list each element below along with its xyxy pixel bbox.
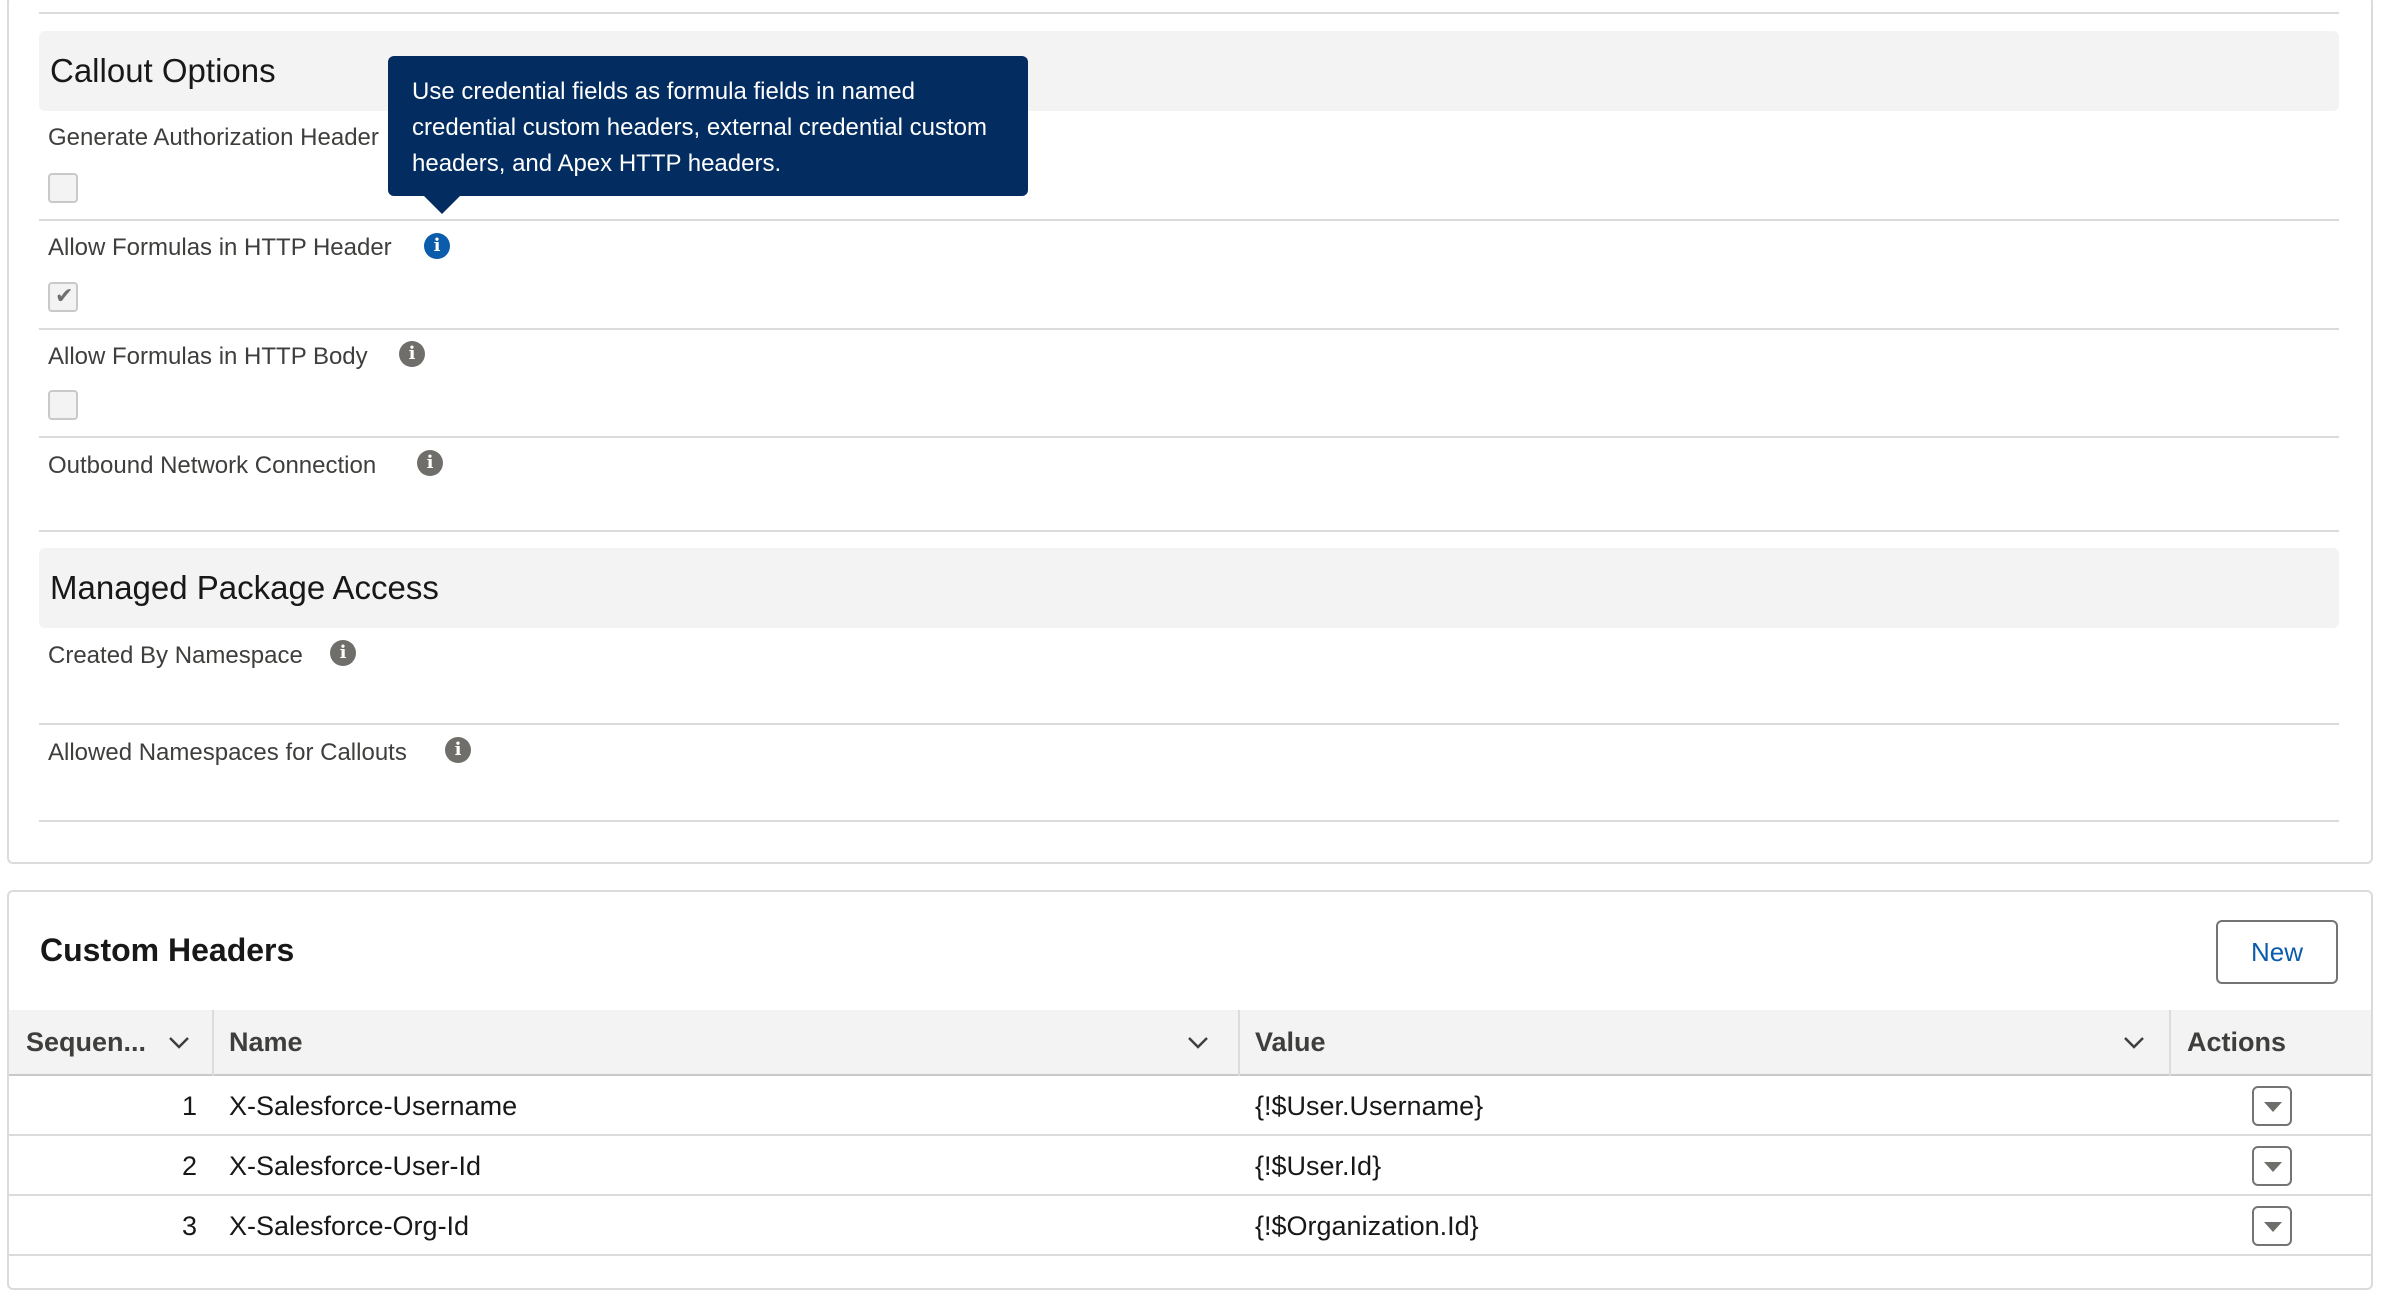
info-icon[interactable]: i — [445, 737, 471, 763]
table-row[interactable]: 2 X-Salesforce-User-Id {!$User.Id} — [9, 1136, 2371, 1196]
field-label: Allow Formulas in HTTP Body — [48, 343, 368, 370]
row-value: {!$Organization.Id} — [1255, 1211, 1479, 1241]
field-label: Allow Formulas in HTTP Header — [48, 234, 392, 261]
row-menu-icon[interactable] — [2252, 1086, 2292, 1126]
row-sequence: 2 — [181, 1151, 197, 1181]
callout-options-header: Callout Options — [39, 31, 2339, 111]
tooltip-text: Use credential fields as formula fields … — [412, 78, 987, 177]
tooltip: Use credential fields as formula fields … — [388, 56, 1028, 214]
allow-formulas-header-checkbox[interactable]: ✔ — [48, 282, 78, 312]
row-sequence: 1 — [181, 1091, 197, 1121]
field-label: Created By Namespace — [48, 642, 303, 669]
divider — [39, 436, 2339, 438]
card-title: Custom Headers — [40, 932, 295, 968]
column-header-value[interactable]: Value — [1255, 1010, 1326, 1074]
column-divider[interactable] — [2169, 1010, 2171, 1076]
field-label: Outbound Network Connection — [48, 452, 377, 479]
checkmark-icon: ✔ — [55, 284, 74, 309]
custom-headers-card: Custom Headers New Sequen... Name Value … — [7, 890, 2373, 1290]
table-header: Sequen... Name Value Actions — [9, 1010, 2371, 1076]
row-sequence: 3 — [181, 1211, 197, 1241]
row-menu-icon[interactable] — [2252, 1206, 2292, 1246]
column-divider[interactable] — [212, 1010, 214, 1076]
divider — [39, 530, 2339, 532]
row-value: {!$User.Username} — [1255, 1091, 1484, 1121]
divider — [39, 820, 2339, 822]
top-divider — [39, 12, 2339, 14]
allow-formulas-body-checkbox[interactable] — [48, 390, 78, 420]
row-name: X-Salesforce-Username — [229, 1091, 518, 1121]
generate-auth-header-checkbox[interactable] — [48, 173, 78, 203]
divider — [39, 219, 2339, 221]
info-icon[interactable]: i — [399, 341, 425, 367]
divider — [39, 328, 2339, 330]
managed-package-access-header: Managed Package Access — [39, 548, 2339, 628]
info-icon[interactable]: i — [330, 640, 356, 666]
row-value: {!$User.Id} — [1255, 1151, 1382, 1181]
row-menu-icon[interactable] — [2252, 1146, 2292, 1186]
column-header-name[interactable]: Name — [229, 1010, 303, 1074]
field-label: Allowed Namespaces for Callouts — [48, 739, 407, 766]
table-row[interactable]: 3 X-Salesforce-Org-Id {!$Organization.Id… — [9, 1196, 2371, 1256]
info-icon[interactable]: i — [424, 233, 450, 259]
chevron-down-icon[interactable] — [1186, 1030, 1210, 1054]
divider — [39, 723, 2339, 725]
section-title: Callout Options — [50, 52, 276, 89]
field-label: Generate Authorization Header — [48, 124, 379, 151]
row-name: X-Salesforce-Org-Id — [229, 1211, 470, 1241]
chevron-down-icon[interactable] — [167, 1030, 191, 1054]
row-name: X-Salesforce-User-Id — [229, 1151, 482, 1181]
new-button[interactable]: New — [2216, 920, 2338, 984]
column-header-actions: Actions — [2187, 1027, 2287, 1057]
column-divider[interactable] — [1238, 1010, 1240, 1076]
chevron-down-icon[interactable] — [2122, 1030, 2146, 1054]
section-title: Managed Package Access — [50, 569, 439, 606]
info-icon[interactable]: i — [417, 450, 443, 476]
table-row[interactable]: 1 X-Salesforce-Username {!$User.Username… — [9, 1076, 2371, 1136]
column-header-sequence[interactable]: Sequen... — [26, 1010, 146, 1074]
